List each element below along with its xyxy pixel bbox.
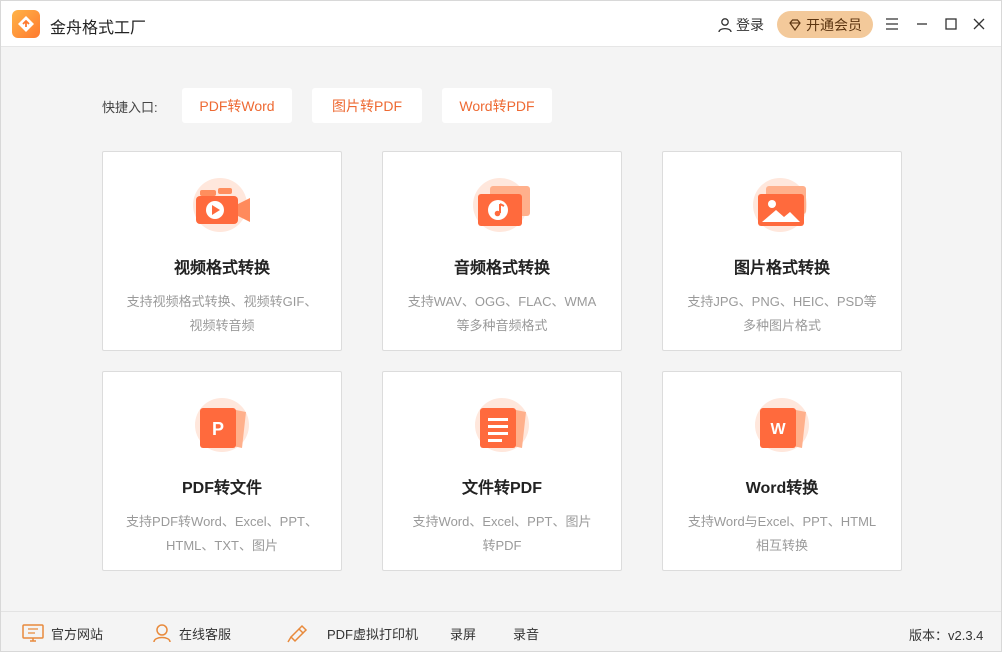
video-icon bbox=[193, 178, 250, 232]
audio-record-label: 录音 bbox=[513, 626, 540, 642]
app-logo-icon bbox=[12, 10, 40, 38]
card-desc-line: 支持WAV、OGG、FLAC、WMA bbox=[407, 294, 597, 309]
audio-icon bbox=[473, 178, 530, 232]
printer-brush-icon bbox=[287, 624, 308, 643]
official-website-label: 官方网站 bbox=[51, 626, 104, 642]
quick-word-to-pdf-button[interactable]: Word转PDF bbox=[442, 88, 552, 123]
document-icon bbox=[475, 398, 529, 452]
card-desc-line: 支持Word、Excel、PPT、图片 bbox=[412, 514, 592, 529]
word-icon: W bbox=[755, 398, 809, 452]
svg-text:W: W bbox=[770, 421, 786, 438]
status-bar: 官方网站 在线客服 PDF虚拟打印机 录屏 录音 版本：v2.3.4 bbox=[1, 611, 1001, 651]
pdf-file-icon: P bbox=[195, 398, 249, 452]
card-desc-line: 视频转音频 bbox=[189, 318, 255, 333]
minimize-icon[interactable] bbox=[913, 15, 931, 33]
close-icon[interactable] bbox=[970, 15, 988, 33]
card-video-convert[interactable]: 视频格式转换 支持视频格式转换、视频转GIF、 视频转音频 bbox=[102, 151, 342, 351]
login-label: 登录 bbox=[736, 17, 764, 33]
monitor-icon bbox=[22, 624, 44, 642]
card-desc-line: 支持Word与Excel、PPT、HTML bbox=[687, 514, 877, 529]
app-title: 金舟格式工厂 bbox=[50, 20, 147, 37]
pdf-printer-link[interactable]: PDF虚拟打印机 bbox=[285, 623, 418, 643]
card-description: 支持Word与Excel、PPT、HTML 相互转换 bbox=[675, 510, 889, 558]
card-file-to-pdf[interactable]: 文件转PDF 支持Word、Excel、PPT、图片 转PDF bbox=[382, 371, 622, 571]
card-description: 支持视频格式转换、视频转GIF、 视频转音频 bbox=[115, 290, 329, 338]
card-desc-line: 相互转换 bbox=[755, 538, 808, 553]
vip-button[interactable]: 开通会员 bbox=[777, 11, 873, 38]
app-window: 金舟格式工厂 登录 开通会员 快捷入口: PDF转Word 图片转PDF Wor… bbox=[0, 0, 1002, 652]
version-label: 版本：v2.3.4 bbox=[909, 628, 984, 643]
card-description: 支持JPG、PNG、HEIC、PSD等 多种图片格式 bbox=[675, 290, 889, 338]
support-agent-icon bbox=[153, 624, 171, 643]
card-description: 支持WAV、OGG、FLAC、WMA 等多种音频格式 bbox=[395, 290, 609, 338]
maximize-icon[interactable] bbox=[942, 15, 960, 33]
quick-image-to-pdf-button[interactable]: 图片转PDF bbox=[312, 88, 422, 123]
title-bar: 金舟格式工厂 登录 开通会员 bbox=[1, 1, 1001, 47]
card-desc-line: 等多种音频格式 bbox=[456, 318, 548, 333]
card-desc-line: 支持JPG、PNG、HEIC、PSD等 bbox=[687, 294, 877, 309]
quick-pdf-to-word-button[interactable]: PDF转Word bbox=[182, 88, 292, 123]
card-description: 支持Word、Excel、PPT、图片 转PDF bbox=[395, 510, 609, 558]
card-audio-convert[interactable]: 音频格式转换 支持WAV、OGG、FLAC、WMA 等多种音频格式 bbox=[382, 151, 622, 351]
vip-label: 开通会员 bbox=[806, 16, 862, 33]
card-title: 音频格式转换 bbox=[453, 260, 550, 277]
quick-entry-label: 快捷入口: bbox=[102, 100, 158, 115]
online-support-link[interactable]: 在线客服 bbox=[151, 623, 231, 643]
svg-text:P: P bbox=[212, 419, 224, 439]
pdf-printer-label: PDF虚拟打印机 bbox=[327, 626, 419, 642]
card-title: 文件转PDF bbox=[461, 480, 542, 497]
card-desc-line: HTML、TXT、图片 bbox=[166, 538, 278, 553]
card-title: Word转换 bbox=[745, 480, 819, 497]
screen-record-link[interactable]: 录屏 bbox=[450, 623, 476, 643]
screen-record-label: 录屏 bbox=[450, 626, 477, 642]
audio-record-link[interactable]: 录音 bbox=[513, 623, 539, 643]
user-icon bbox=[718, 18, 732, 33]
card-desc-line: 多种图片格式 bbox=[742, 318, 821, 333]
card-title: 视频格式转换 bbox=[173, 260, 270, 277]
diamond-icon bbox=[789, 18, 801, 31]
card-description: 支持PDF转Word、Excel、PPT、 HTML、TXT、图片 bbox=[115, 510, 329, 558]
card-title: 图片格式转换 bbox=[733, 260, 830, 277]
card-desc-line: 转PDF bbox=[482, 538, 522, 553]
login-button[interactable]: 登录 bbox=[717, 15, 764, 35]
menu-icon[interactable] bbox=[883, 15, 901, 33]
card-word-convert[interactable]: W Word转换 支持Word与Excel、PPT、HTML 相互转换 bbox=[662, 371, 902, 571]
card-title: PDF转文件 bbox=[181, 480, 262, 497]
card-image-convert[interactable]: 图片格式转换 支持JPG、PNG、HEIC、PSD等 多种图片格式 bbox=[662, 151, 902, 351]
card-desc-line: 支持PDF转Word、Excel、PPT、 bbox=[126, 514, 318, 529]
card-desc-line: 支持视频格式转换、视频转GIF、 bbox=[126, 294, 318, 309]
card-pdf-to-file[interactable]: P PDF转文件 支持PDF转Word、Excel、PPT、 HTML、TXT、… bbox=[102, 371, 342, 571]
online-support-label: 在线客服 bbox=[179, 626, 232, 642]
image-icon bbox=[753, 178, 807, 232]
official-website-link[interactable]: 官方网站 bbox=[21, 623, 103, 643]
